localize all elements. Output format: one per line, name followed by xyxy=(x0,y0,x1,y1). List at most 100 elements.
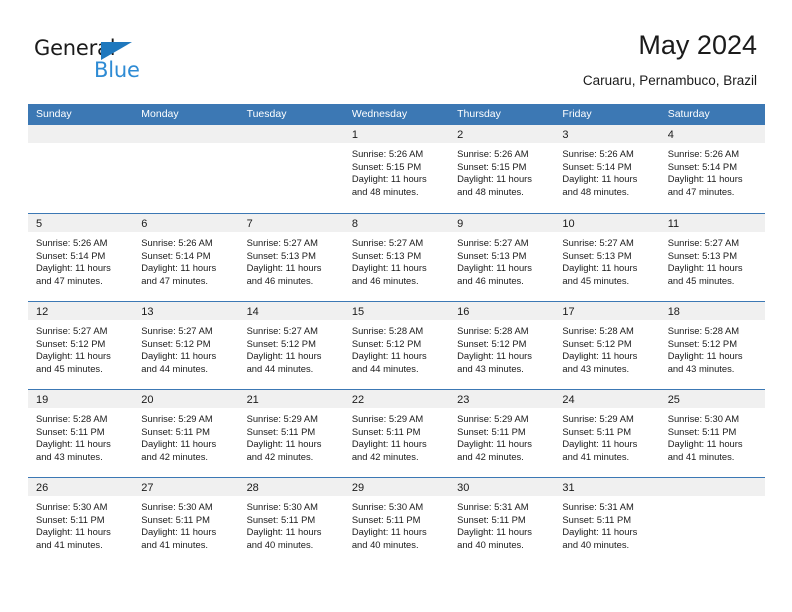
day-number: 7 xyxy=(246,218,253,230)
day-cell-22[interactable]: 22 Sunrise: 5:29 AM Sunset: 5:11 PM Dayligh… xyxy=(343,390,450,477)
sunset-text: Sunset: 5:13 PM xyxy=(351,249,422,261)
day-cell-20[interactable]: 20 Sunrise: 5:29 AM Sunset: 5:11 PM Dayligh… xyxy=(133,390,239,477)
day-details xyxy=(660,496,765,501)
day-number-band: 3 xyxy=(554,125,660,143)
day-number: 11 xyxy=(667,218,680,230)
brand-logo[interactable]: General Blue xyxy=(34,36,164,88)
daylight-text: Daylight: 11 hours xyxy=(141,526,217,538)
day-details: Sunrise: 5:31 AM Sunset: 5:11 PM Daylight:… xyxy=(449,496,554,551)
daylight-text-cont: and 45 minutes. xyxy=(562,274,630,286)
calendar-page: General Blue May 2024 Caruaru, Pernambuc… xyxy=(0,0,792,612)
day-cell-14[interactable]: 14 Sunrise: 5:27 AM Sunset: 5:12 PM Dayligh… xyxy=(238,302,344,389)
day-cell-12[interactable]: 12 Sunrise: 5:27 AM Sunset: 5:12 PM Dayligh… xyxy=(28,302,134,389)
day-cell-11[interactable]: 11 Sunrise: 5:27 AM Sunset: 5:13 PM Dayligh… xyxy=(659,214,765,301)
daylight-text: Daylight: 11 hours xyxy=(667,173,743,185)
day-number: 12 xyxy=(36,306,49,318)
day-cell-24[interactable]: 24 Sunrise: 5:29 AM Sunset: 5:11 PM Dayligh… xyxy=(554,390,660,477)
day-cell-13[interactable]: 13 Sunrise: 5:27 AM Sunset: 5:12 PM Dayligh… xyxy=(133,302,239,389)
day-number-band: 21 xyxy=(238,390,344,408)
sunrise-text: Sunrise: 5:31 AM xyxy=(562,501,634,512)
day-cell-27[interactable]: 27 Sunrise: 5:30 AM Sunset: 5:11 PM Dayligh… xyxy=(133,478,239,565)
day-details: Sunrise: 5:29 AM Sunset: 5:11 PM Daylight:… xyxy=(449,408,554,463)
day-cell-26[interactable]: 26 Sunrise: 5:30 AM Sunset: 5:11 PM Dayligh… xyxy=(28,478,134,565)
day-cell-17[interactable]: 17 Sunrise: 5:28 AM Sunset: 5:12 PM Dayligh… xyxy=(554,302,660,389)
day-details xyxy=(239,143,344,148)
daylight-text-cont: and 41 minutes. xyxy=(562,450,630,462)
sunrise-text: Sunrise: 5:30 AM xyxy=(667,413,740,424)
day-number: 31 xyxy=(562,482,575,494)
day-cell-16[interactable]: 16 Sunrise: 5:28 AM Sunset: 5:12 PM Dayligh… xyxy=(449,302,555,389)
day-cell-2[interactable]: 2 Sunrise: 5:26 AM Sunset: 5:15 PM Daylight… xyxy=(449,125,555,213)
calendar-week-row: 1 Sunrise: 5:26 AM Sunset: 5:15 PM Daylight… xyxy=(28,125,765,213)
sunrise-text: Sunrise: 5:27 AM xyxy=(36,325,108,336)
day-number: 19 xyxy=(36,394,49,406)
daylight-text: Daylight: 11 hours xyxy=(141,350,217,362)
sunrise-text: Sunrise: 5:27 AM xyxy=(667,237,740,248)
day-cell-4[interactable]: 4 Sunrise: 5:26 AM Sunset: 5:14 PM Daylight… xyxy=(659,125,765,213)
day-cell-25[interactable]: 25 Sunrise: 5:30 AM Sunset: 5:11 PM Dayligh… xyxy=(659,390,765,477)
day-number-band: 6 xyxy=(133,214,239,232)
daylight-text: Daylight: 11 hours xyxy=(351,350,427,362)
sunrise-text: Sunrise: 5:26 AM xyxy=(36,237,108,248)
daylight-text: Daylight: 11 hours xyxy=(246,350,322,362)
sunrise-text: Sunrise: 5:26 AM xyxy=(141,237,213,248)
day-number-band: 2 xyxy=(449,125,555,143)
sunset-text: Sunset: 5:11 PM xyxy=(246,513,316,525)
sunrise-text: Sunrise: 5:28 AM xyxy=(562,325,634,336)
day-cell-7[interactable]: 7 Sunrise: 5:27 AM Sunset: 5:13 PM Daylight… xyxy=(238,214,344,301)
day-cell-31[interactable]: 31 Sunrise: 5:31 AM Sunset: 5:11 PM Dayligh… xyxy=(554,478,660,565)
daylight-text: Daylight: 11 hours xyxy=(562,350,638,362)
day-cell-1[interactable]: 1 Sunrise: 5:26 AM Sunset: 5:15 PM Daylight… xyxy=(343,125,450,213)
daylight-text: Daylight: 11 hours xyxy=(667,350,743,362)
day-cell-3[interactable]: 3 Sunrise: 5:26 AM Sunset: 5:14 PM Daylight… xyxy=(554,125,660,213)
day-cell-9[interactable]: 9 Sunrise: 5:27 AM Sunset: 5:13 PM Daylight… xyxy=(449,214,555,301)
day-number: 6 xyxy=(141,218,148,230)
day-number: 15 xyxy=(351,306,365,318)
day-cell-empty xyxy=(238,125,344,213)
day-cell-18[interactable]: 18 Sunrise: 5:28 AM Sunset: 5:12 PM Dayligh… xyxy=(659,302,765,389)
day-cell-5[interactable]: 5 Sunrise: 5:26 AM Sunset: 5:14 PM Daylight… xyxy=(28,214,134,301)
day-details: Sunrise: 5:29 AM Sunset: 5:11 PM Daylight:… xyxy=(554,408,659,463)
day-cell-29[interactable]: 29 Sunrise: 5:30 AM Sunset: 5:11 PM Dayligh… xyxy=(343,478,450,565)
sunrise-text: Sunrise: 5:30 AM xyxy=(141,501,213,512)
day-number: 16 xyxy=(457,306,470,318)
daylight-text-cont: and 46 minutes. xyxy=(351,274,419,286)
calendar-weeks: 1 Sunrise: 5:26 AM Sunset: 5:15 PM Daylight… xyxy=(28,125,765,565)
sunset-text: Sunset: 5:11 PM xyxy=(562,425,632,437)
weekday-header-tuesday: Tuesday xyxy=(246,108,287,120)
day-number-band: 24 xyxy=(554,390,660,408)
day-cell-30[interactable]: 30 Sunrise: 5:31 AM Sunset: 5:11 PM Dayligh… xyxy=(449,478,555,565)
day-number: 24 xyxy=(562,394,575,406)
sunrise-text: Sunrise: 5:27 AM xyxy=(246,237,318,248)
daylight-text: Daylight: 11 hours xyxy=(141,262,217,274)
day-cell-28[interactable]: 28 Sunrise: 5:30 AM Sunset: 5:11 PM Dayligh… xyxy=(238,478,344,565)
day-cell-19[interactable]: 19 Sunrise: 5:28 AM Sunset: 5:11 PM Dayligh… xyxy=(28,390,134,477)
day-details: Sunrise: 5:28 AM Sunset: 5:12 PM Daylight:… xyxy=(449,320,554,375)
daylight-text-cont: and 40 minutes. xyxy=(351,538,419,550)
sunset-text: Sunset: 5:14 PM xyxy=(141,249,211,261)
daylight-text-cont: and 42 minutes. xyxy=(457,450,524,462)
day-cell-23[interactable]: 23 Sunrise: 5:29 AM Sunset: 5:11 PM Dayligh… xyxy=(449,390,555,477)
day-number-band: 4 xyxy=(659,125,765,143)
day-details: Sunrise: 5:26 AM Sunset: 5:14 PM Daylight:… xyxy=(660,143,765,198)
day-number-band: 8 xyxy=(343,214,450,232)
day-cell-15[interactable]: 15 Sunrise: 5:28 AM Sunset: 5:12 PM Dayligh… xyxy=(343,302,450,389)
day-number: 8 xyxy=(351,218,358,230)
daylight-text-cont: and 43 minutes. xyxy=(667,362,735,374)
day-number-band: 28 xyxy=(238,478,344,496)
day-number-band: 9 xyxy=(449,214,555,232)
day-number: 29 xyxy=(351,482,365,494)
day-number-band: 13 xyxy=(133,302,239,320)
day-details: Sunrise: 5:28 AM Sunset: 5:11 PM Daylight:… xyxy=(28,408,133,463)
day-number-band xyxy=(238,125,344,143)
day-cell-21[interactable]: 21 Sunrise: 5:29 AM Sunset: 5:11 PM Dayligh… xyxy=(238,390,344,477)
day-cell-8[interactable]: 8 Sunrise: 5:27 AM Sunset: 5:13 PM Daylight… xyxy=(343,214,450,301)
sunrise-text: Sunrise: 5:28 AM xyxy=(667,325,740,336)
day-cell-10[interactable]: 10 Sunrise: 5:27 AM Sunset: 5:13 PM Dayligh… xyxy=(554,214,660,301)
daylight-text-cont: and 47 minutes. xyxy=(141,274,208,286)
day-cell-6[interactable]: 6 Sunrise: 5:26 AM Sunset: 5:14 PM Daylight… xyxy=(133,214,239,301)
day-details: Sunrise: 5:26 AM Sunset: 5:15 PM Daylight:… xyxy=(344,143,449,198)
sunset-text: Sunset: 5:12 PM xyxy=(351,337,422,349)
brand-name-blue: Blue xyxy=(94,58,140,82)
day-details: Sunrise: 5:26 AM Sunset: 5:14 PM Daylight:… xyxy=(28,232,133,287)
